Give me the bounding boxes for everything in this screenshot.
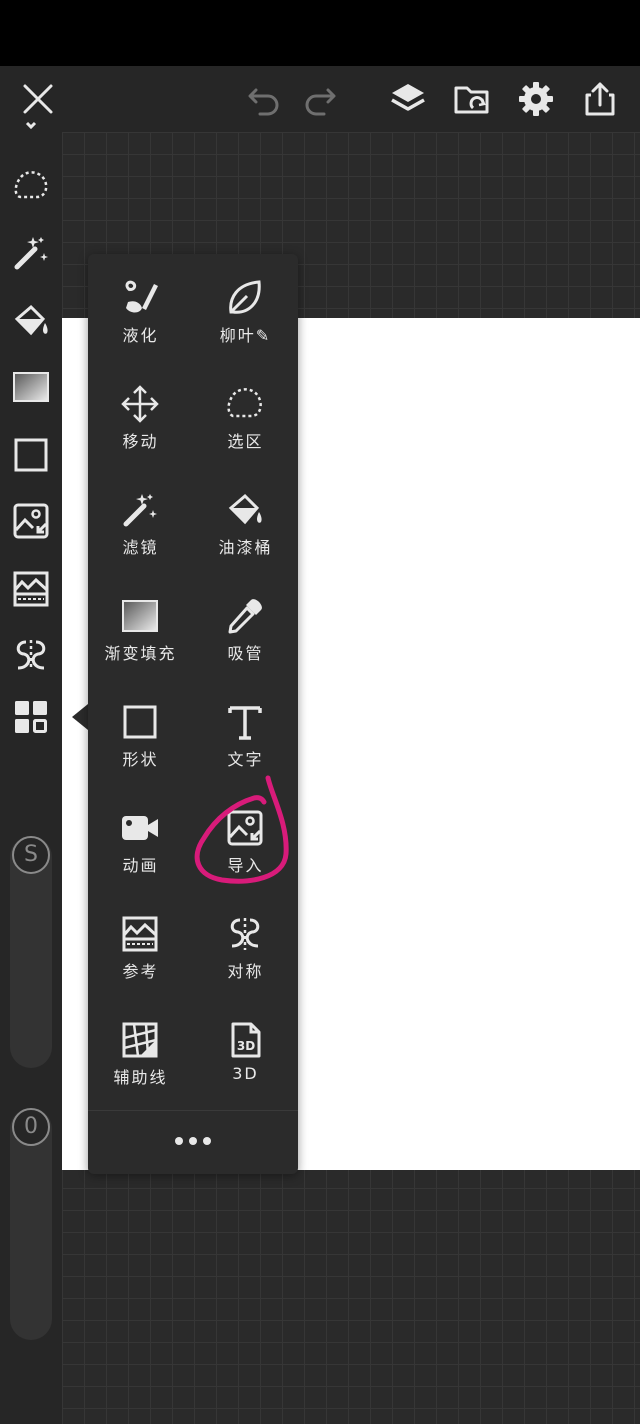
tool-label: 渐变填充	[104, 644, 177, 663]
share-button[interactable]	[572, 66, 628, 132]
tool-label: 导入	[227, 856, 264, 875]
tool-animation[interactable]: 动画	[88, 784, 193, 890]
gradient-icon	[13, 372, 49, 402]
tool-label: 参考	[122, 962, 159, 981]
tool-label: 吸管	[227, 644, 264, 663]
tool-label: 形状	[122, 750, 159, 769]
tool-import[interactable]: 导入	[193, 784, 298, 890]
tool-gradient-fill[interactable]: 渐变填充	[88, 572, 193, 678]
tool-label: 油漆桶	[218, 538, 273, 557]
rail-symmetry[interactable]	[0, 626, 62, 684]
tool-move[interactable]: 移动	[88, 360, 193, 466]
paint-bucket-icon	[14, 304, 48, 336]
settings-icon	[519, 82, 553, 116]
tool-leaf-brush[interactable]: 柳叶✎	[193, 254, 298, 360]
tool-shape[interactable]: 形状	[88, 678, 193, 784]
rail-shape[interactable]	[0, 426, 62, 484]
tool-label: 动画	[122, 856, 159, 875]
magic-wand-icon	[14, 237, 48, 270]
layers-icon	[391, 84, 425, 111]
tool-filter[interactable]: 滤镜	[88, 466, 193, 572]
rail-import[interactable]	[0, 492, 62, 550]
tool-label: 文字	[227, 750, 264, 769]
left-tool-rail: S 0	[0, 121, 62, 1424]
guides-icon	[122, 1022, 158, 1058]
import-image-icon	[13, 503, 49, 539]
import-image-icon	[227, 810, 263, 846]
undo-icon	[248, 88, 279, 116]
opacity-slider-knob[interactable]: 0	[12, 1108, 50, 1146]
tool-label: 移动	[122, 432, 159, 451]
undo-button[interactable]	[236, 66, 292, 132]
tool-3d[interactable]: 3D 3D	[193, 996, 298, 1102]
redo-button[interactable]	[292, 66, 348, 132]
layers-button[interactable]	[380, 66, 436, 132]
rail-magic-wand[interactable]	[0, 224, 62, 282]
rail-reference[interactable]	[0, 560, 62, 618]
redo-icon	[305, 88, 336, 116]
gallery-button[interactable]	[444, 66, 500, 132]
tool-eyedropper[interactable]: 吸管	[193, 572, 298, 678]
tool-paint-bucket[interactable]: 油漆桶	[193, 466, 298, 572]
tool-menu-panel: 液化 柳叶✎ 移动 选区 滤镜 油漆桶 渐变填充 吸管 形状 文字 动画 导入 …	[88, 254, 298, 1174]
tool-selection[interactable]: 选区	[193, 360, 298, 466]
tool-label: 滤镜	[122, 538, 159, 557]
more-icon	[189, 1137, 197, 1145]
panel-divider	[88, 1110, 298, 1111]
tool-reference[interactable]: 参考	[88, 890, 193, 996]
status-bar	[0, 0, 640, 66]
tool-label: 液化	[122, 326, 159, 345]
shape-icon	[123, 705, 157, 739]
tool-label: 辅助线	[113, 1068, 168, 1087]
tool-label: 3D	[232, 1064, 259, 1083]
magic-wand-icon	[123, 494, 157, 527]
size-slider-knob[interactable]: S	[12, 836, 50, 874]
svg-text:3D: 3D	[237, 1039, 255, 1053]
gradient-icon	[122, 600, 158, 632]
more-tools-button[interactable]	[168, 1126, 218, 1156]
liquify-icon	[125, 280, 158, 313]
close-icon	[23, 84, 53, 114]
rail-lasso[interactable]	[0, 156, 62, 214]
video-icon	[122, 816, 158, 840]
tool-guides[interactable]: 辅助线	[88, 996, 193, 1102]
more-icon	[203, 1137, 211, 1145]
tool-label: 选区	[227, 432, 264, 451]
rail-more-tools[interactable]	[0, 688, 62, 746]
move-icon	[121, 385, 159, 423]
reference-icon	[122, 916, 158, 952]
symmetry-icon	[16, 640, 46, 670]
liquify-icon	[25, 121, 37, 130]
settings-button[interactable]	[508, 66, 564, 132]
more-icon	[175, 1137, 183, 1145]
reference-icon	[13, 571, 49, 607]
eyedropper-icon	[228, 599, 262, 634]
leaf-icon	[229, 280, 261, 314]
symmetry-icon	[230, 918, 260, 950]
rail-liquify-partial[interactable]	[0, 112, 62, 142]
tool-liquify[interactable]: 液化	[88, 254, 193, 360]
menu-pointer	[72, 704, 88, 730]
share-icon	[585, 82, 615, 116]
rail-gradient[interactable]	[0, 358, 62, 416]
3d-icon: 3D	[231, 1022, 261, 1058]
folder-icon	[454, 86, 489, 114]
grid-menu-icon	[15, 701, 47, 733]
paint-bucket-icon	[228, 493, 262, 525]
tool-text[interactable]: 文字	[193, 678, 298, 784]
tool-label: 柳叶✎	[219, 326, 272, 345]
rail-paint-bucket[interactable]	[0, 292, 62, 350]
text-icon	[228, 706, 262, 740]
tool-symmetry[interactable]: 对称	[193, 890, 298, 996]
lasso-icon	[14, 171, 48, 199]
tool-label: 对称	[227, 962, 264, 981]
shape-icon	[14, 438, 48, 472]
lasso-icon	[227, 388, 262, 418]
top-toolbar	[0, 66, 640, 132]
